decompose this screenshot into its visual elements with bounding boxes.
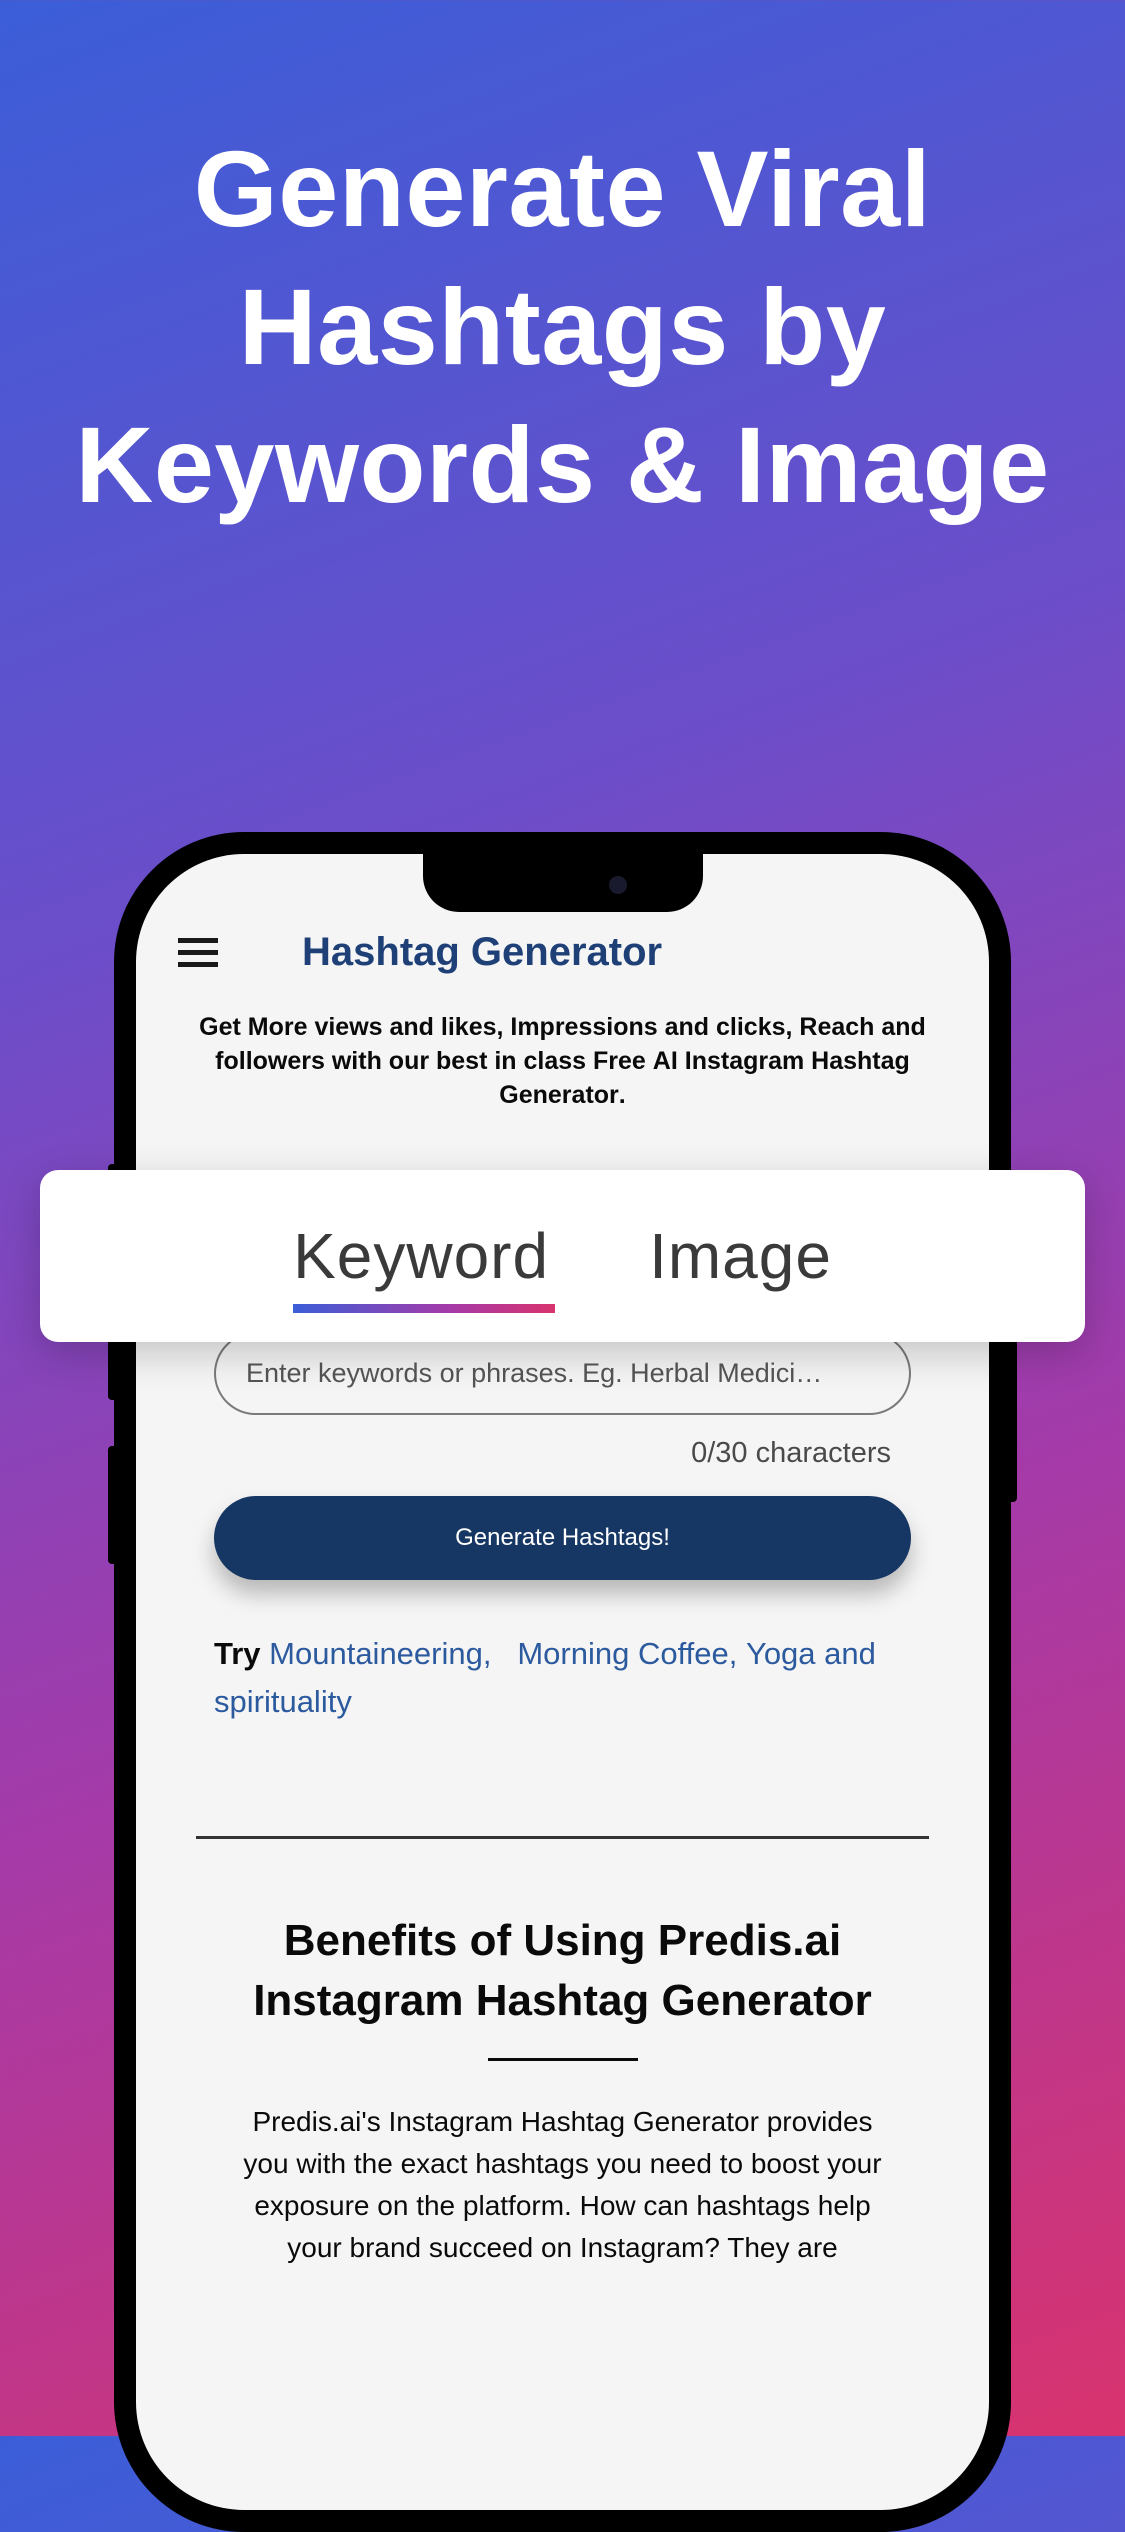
app-content: Hashtag Generator Get More views and lik… — [136, 854, 989, 2510]
app-header: Hashtag Generator — [174, 930, 951, 975]
phone-screen: Hashtag Generator Get More views and lik… — [136, 854, 989, 2510]
try-link-mountaineering[interactable]: Mountaineering, — [269, 1636, 491, 1671]
keyword-input[interactable]: Enter keywords or phrases. Eg. Herbal Me… — [214, 1332, 911, 1415]
subtitle-post: . — [619, 1081, 626, 1109]
tab-keyword[interactable]: Keyword — [293, 1219, 549, 1293]
camera-dot — [609, 876, 627, 894]
generate-hashtags-button[interactable]: Generate Hashtags! — [214, 1496, 911, 1580]
hamburger-menu-icon[interactable] — [174, 934, 222, 971]
try-link-morning-coffee[interactable]: Morning Coffee, — [517, 1636, 737, 1671]
title-underline — [488, 2058, 638, 2061]
phone-frame: Hashtag Generator Get More views and lik… — [114, 832, 1011, 2532]
try-suggestions: Try Mountaineering, Morning Coffee, Yoga… — [214, 1630, 911, 1726]
divider — [196, 1836, 929, 1839]
tab-overlay: Keyword Image — [40, 1170, 1085, 1342]
character-count: 0/30 characters — [174, 1437, 891, 1470]
phone-notch — [423, 854, 703, 912]
benefits-text: Predis.ai's Instagram Hashtag Generator … — [230, 2101, 895, 2269]
try-label: Try — [214, 1636, 269, 1671]
tab-image[interactable]: Image — [649, 1219, 832, 1293]
hero-title: Generate Viral Hashtags by Keywords & Im… — [0, 0, 1125, 535]
app-title: Hashtag Generator — [302, 930, 662, 975]
app-subtitle: Get More views and likes, Impressions an… — [174, 1011, 951, 1112]
benefits-title: Benefits of Using Predis.ai Instagram Ha… — [204, 1911, 921, 2030]
